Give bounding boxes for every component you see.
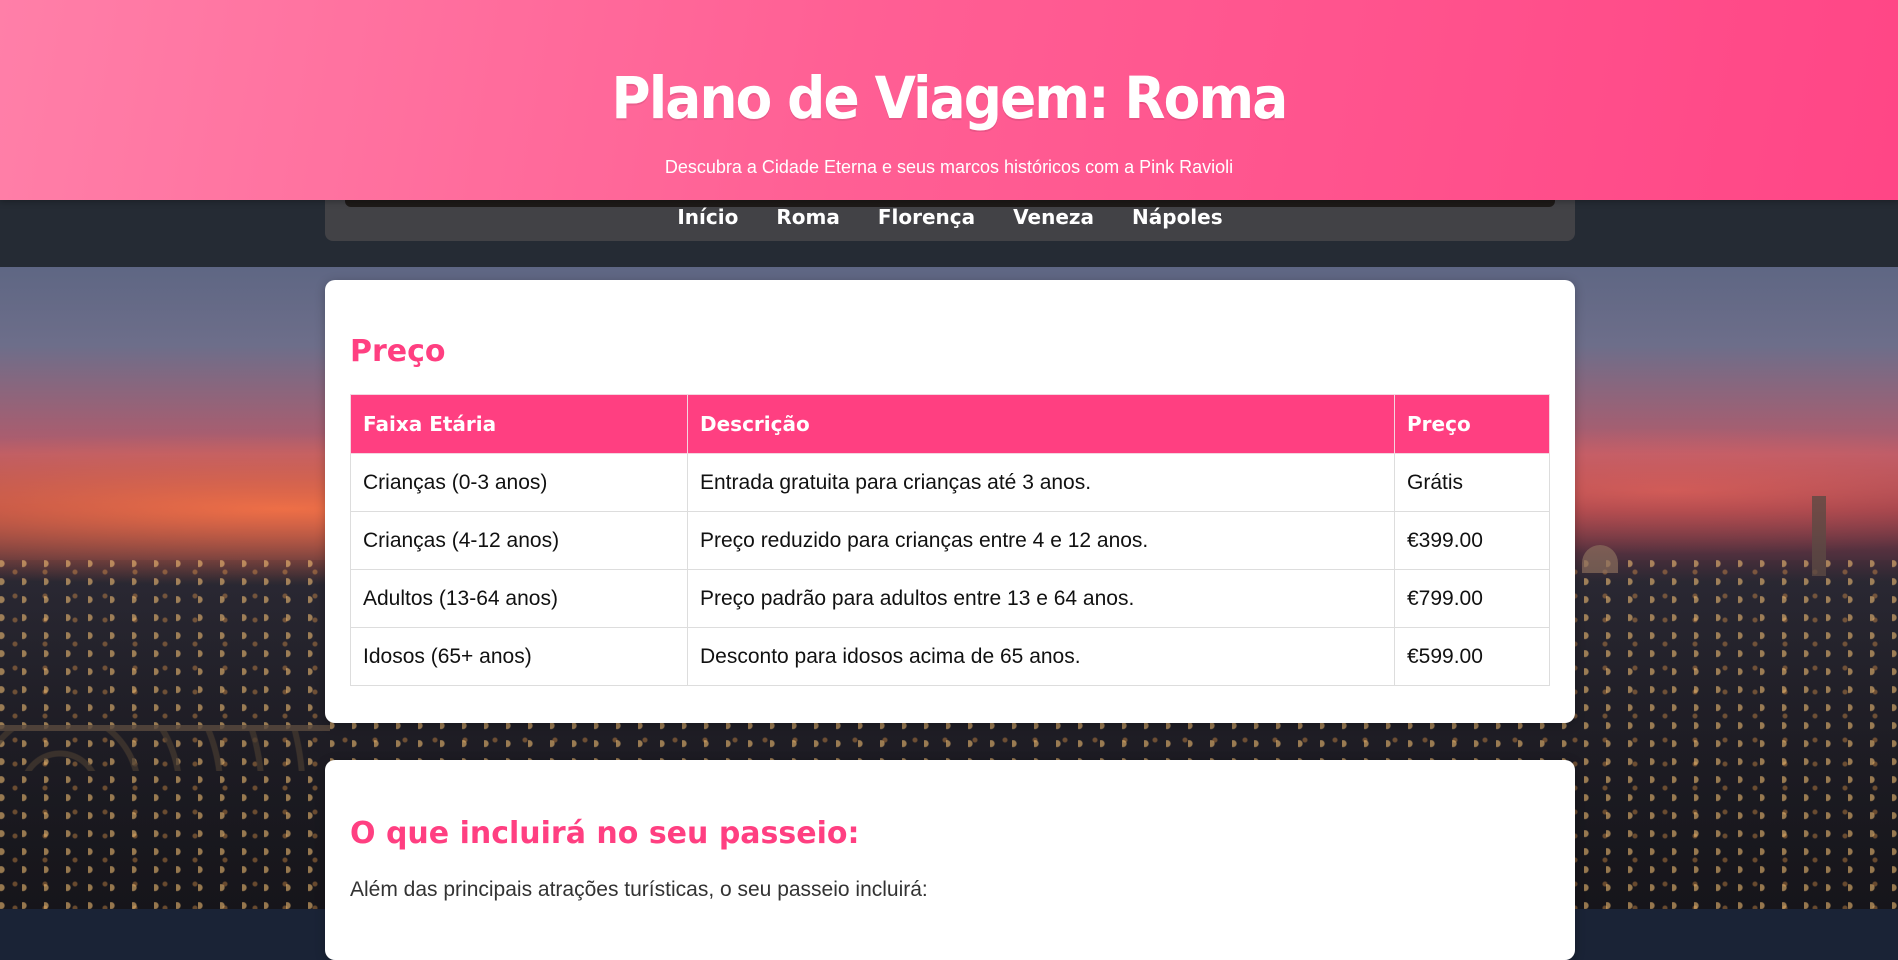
table-cell-age: Adultos (13-64 anos) <box>350 569 688 628</box>
table-cell-price: €399.00 <box>1394 511 1550 570</box>
table-header-row: Faixa Etária Descrição Preço <box>350 394 1550 454</box>
nav-item-florenca[interactable]: Florença <box>878 205 975 241</box>
bridge-silhouette <box>0 725 330 771</box>
dome-silhouette <box>1582 545 1618 573</box>
table-cell-description: Preço reduzido para crianças entre 4 e 1… <box>687 511 1395 570</box>
table-cell-age: Idosos (65+ anos) <box>350 627 688 686</box>
include-section-intro: Além das principais atrações turísticas,… <box>350 878 928 901</box>
nav-item-veneza[interactable]: Veneza <box>1013 205 1094 241</box>
table-cell-price: €799.00 <box>1394 569 1550 628</box>
price-section-title: Preço <box>350 334 446 369</box>
include-section-title: O que incluirá no seu passeio: <box>350 816 860 851</box>
column-header-description: Descrição <box>687 394 1395 454</box>
table-cell-description: Desconto para idosos acima de 65 anos. <box>687 627 1395 686</box>
table-cell-age: Crianças (0-3 anos) <box>350 453 688 512</box>
table-cell-age: Crianças (4-12 anos) <box>350 511 688 570</box>
table-row: Idosos (65+ anos) Desconto para idosos a… <box>350 627 1550 686</box>
price-section: Preço Faixa Etária Descrição Preço Crian… <box>325 280 1575 723</box>
page-subtitle: Descubra a Cidade Eterna e seus marcos h… <box>664 157 1234 177</box>
nav-item-inicio[interactable]: Início <box>677 205 738 241</box>
nav-item-napoles[interactable]: Nápoles <box>1132 205 1223 241</box>
page-title: Plano de Viagem: Roma <box>611 64 1289 132</box>
table-row: Adultos (13-64 anos) Preço padrão para a… <box>350 569 1550 628</box>
table-row: Crianças (4-12 anos) Preço reduzido para… <box>350 511 1550 570</box>
tower-silhouette <box>1812 496 1826 576</box>
table-cell-description: Entrada gratuita para crianças até 3 ano… <box>687 453 1395 512</box>
table-row: Crianças (0-3 anos) Entrada gratuita par… <box>350 453 1550 512</box>
column-header-price: Preço <box>1394 394 1550 454</box>
column-header-age: Faixa Etária <box>350 394 688 454</box>
include-section: O que incluirá no seu passeio: Além das … <box>325 760 1575 960</box>
table-cell-price: €599.00 <box>1394 627 1550 686</box>
site-header: Plano de Viagem: Roma Descubra a Cidade … <box>0 0 1898 200</box>
table-cell-price: Grátis <box>1394 453 1550 512</box>
nav-item-roma[interactable]: Roma <box>776 205 839 241</box>
price-table: Faixa Etária Descrição Preço Crianças (0… <box>350 394 1550 686</box>
table-cell-description: Preço padrão para adultos entre 13 e 64 … <box>687 569 1395 628</box>
